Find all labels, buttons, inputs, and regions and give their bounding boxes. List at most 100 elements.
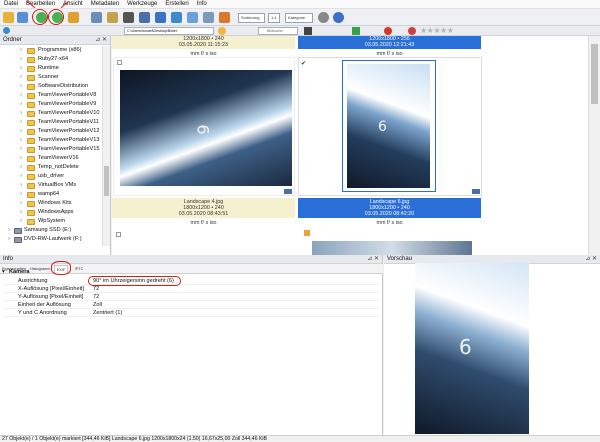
chevron-right-icon[interactable]: › [6,235,12,244]
folder-item[interactable]: › wamp64 [0,190,102,199]
folder-item-label: TeamViewerPortableV13 [38,137,100,143]
thumbnail-scrollbar-thumb[interactable] [591,44,598,104]
menu-erstellen[interactable]: Erstellen [161,1,192,7]
reject-icon[interactable] [408,27,416,35]
expand-icon[interactable]: ▾ [2,268,5,276]
folder-item[interactable]: › TeamViewerPortableV13 [0,136,102,145]
slideshow-icon[interactable] [155,12,166,23]
info-pin-close-icon[interactable]: ⊿ ✕ [367,255,379,264]
thumb-2-checkmark-icon[interactable]: ✔ [301,60,306,67]
rating-stars[interactable]: ★★★★★ [420,26,478,35]
chevron-right-icon[interactable]: › [18,82,24,91]
chevron-right-icon[interactable]: › [18,145,24,154]
thumbnail-landscape-4[interactable]: 6 [113,57,295,196]
folder-item[interactable]: › WpSystem [0,217,102,226]
scan-icon[interactable] [123,12,134,23]
sort-select[interactable]: Sortierung [238,13,265,23]
help-icon[interactable] [333,12,344,23]
chevron-right-icon[interactable]: › [18,46,24,55]
save-icon[interactable] [17,12,28,23]
folder-item[interactable]: › TeamViewerPortableV8 [0,91,102,100]
email-icon[interactable] [219,12,230,23]
favorite-icon[interactable] [218,27,226,35]
copy-icon[interactable] [91,12,102,23]
folder-scrollbar[interactable] [102,46,110,246]
path-input[interactable]: C:\Users\Ismael\Desktop\Bilder [124,27,214,35]
folder-item[interactable]: › TeamViewerPortableV15 [0,145,102,154]
thumb-6-flag-icon[interactable] [304,230,310,236]
thumb-2-type-icon [472,189,480,194]
folder-item[interactable]: › VirtualBox VMs [0,181,102,190]
menu-datei[interactable]: Datei [0,1,22,7]
section-kamera[interactable]: ▾ Kamera [2,268,377,276]
settings-icon[interactable] [318,12,329,23]
chevron-right-icon[interactable]: › [18,136,24,145]
chevron-right-icon[interactable]: › [18,217,24,226]
folder-item[interactable]: › Ruby27-x64 [0,55,102,64]
thumbnail-landscape-6[interactable]: ✔ 6 [298,57,482,196]
prop-row-y-aufloesung[interactable]: Y-Auflösung [Pixel/Einheit] 72 [4,293,379,301]
print-icon[interactable] [139,12,150,23]
move-icon[interactable] [107,12,118,23]
chevron-right-icon[interactable]: › [18,154,24,163]
menu-metadaten[interactable]: Metadaten [87,1,123,7]
menu-werkzeuge[interactable]: Werkzeuge [123,1,161,7]
folder-item[interactable]: › Windows Kits [0,199,102,208]
prop-row-ausrichtung[interactable]: Ausrichtung 90° im Uhrzeigersinn gedreht… [4,277,379,285]
fullscreen-icon[interactable] [171,12,182,23]
color-tag-icon[interactable] [384,27,392,35]
folder-item[interactable]: › Programme (x86) [0,46,102,55]
preview-pin-close-icon[interactable]: ⊿ ✕ [585,255,597,264]
chevron-right-icon[interactable]: › [18,181,24,190]
chevron-right-icon[interactable]: › [18,100,24,109]
folder-menu-icon[interactable] [68,12,79,23]
folder-scrollbar-thumb[interactable] [104,166,109,196]
chevron-right-icon[interactable]: › [18,190,24,199]
chevron-right-icon[interactable]: › [18,127,24,136]
prop-row-yc-anordnung[interactable]: Y und C Anordnung Zentriert (1) [4,309,379,317]
folder-item[interactable]: › TeamViewerPortableV9 [0,100,102,109]
prop-row-einheit[interactable]: Einheit der Auflösung Zoll [4,301,379,309]
folder-panel: Ordner ⊿ ✕ › Programme (x86) › Ruby27-x64 › R… [0,36,111,255]
chevron-right-icon[interactable]: › [18,199,24,208]
batch-convert-icon[interactable] [187,12,198,23]
preview-image[interactable]: 6 [415,263,529,434]
prop-row-x-aufloesung[interactable]: X-Auflösung [Pixel/Einheit] 72 [4,285,379,293]
folder-item[interactable]: › Samsung SSD (E:) [0,226,102,235]
chevron-right-icon[interactable]: › [18,208,24,217]
thumb-5-checkbox[interactable] [116,232,121,237]
folder-item[interactable]: › Temp_notDelete [0,163,102,172]
folder-item[interactable]: › TeamViewerPortableV12 [0,127,102,136]
zoom-select[interactable]: 1:1 [268,13,280,23]
label-color-icon[interactable] [352,27,360,35]
folder-item[interactable]: › TeamViewerV16 [0,154,102,163]
search-input[interactable]: Bildsuche [258,27,298,35]
open-folder-icon[interactable] [3,12,14,23]
chevron-right-icon[interactable]: › [18,64,24,73]
menu-info[interactable]: Info [193,1,211,7]
folder-item[interactable]: › Scanner [0,73,102,82]
folder-item[interactable]: › DVD-RW-Laufwerk (F:) [0,235,102,244]
thumbnail-scrollbar[interactable] [588,36,600,255]
chevron-right-icon[interactable]: › [18,55,24,64]
chevron-right-icon[interactable]: › [6,226,12,235]
chevron-right-icon[interactable]: › [18,163,24,172]
chevron-right-icon[interactable]: › [18,118,24,127]
folder-item[interactable]: › usb_driver [0,172,102,181]
back-icon[interactable] [3,27,10,34]
chevron-right-icon[interactable]: › [18,172,24,181]
category-select[interactable]: Kategorie [285,13,313,23]
folder-item[interactable]: › SoftwareDistribution [0,82,102,91]
folder-item-label: Windows Kits [38,200,72,206]
filter-icon[interactable] [304,27,312,35]
chevron-right-icon[interactable]: › [18,109,24,118]
folder-item[interactable]: › TeamViewerPortableV10 [0,109,102,118]
folder-item[interactable]: › Runtime [0,64,102,73]
chevron-right-icon[interactable]: › [18,91,24,100]
screen-icon[interactable] [203,12,214,23]
thumb-1-checkbox[interactable] [117,60,122,65]
pin-close-icon[interactable]: ⊿ ✕ [95,36,107,45]
chevron-right-icon[interactable]: › [18,73,24,82]
folder-item[interactable]: › WindowsApps [0,208,102,217]
folder-item[interactable]: › TeamViewerPortableV11 [0,118,102,127]
